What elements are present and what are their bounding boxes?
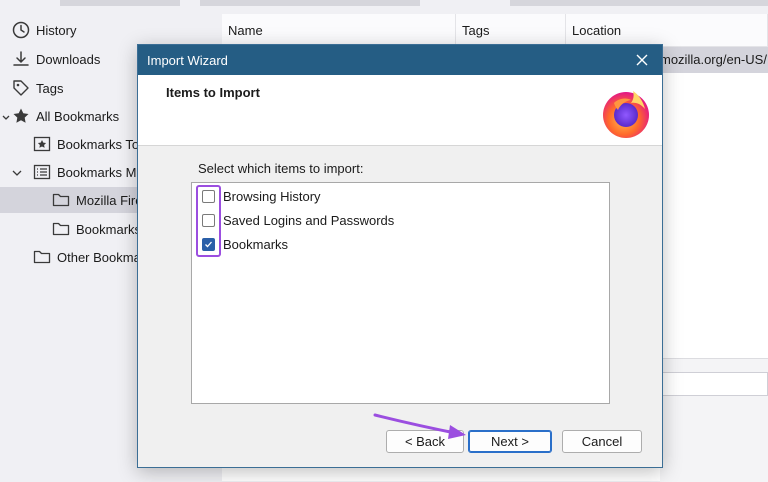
option-saved-logins[interactable]: Saved Logins and Passwords — [202, 209, 394, 231]
sidebar-item-label: Downloads — [36, 51, 101, 67]
top-strip — [0, 0, 768, 14]
toolbar-fragment — [200, 0, 420, 6]
sidebar-item-all-bookmarks[interactable]: All Bookmarks — [10, 103, 119, 129]
clock-icon — [10, 20, 32, 40]
expand-chevron-icon[interactable] — [11, 167, 23, 179]
row-location: mozilla.org/en-US/ — [660, 52, 767, 67]
import-items-list: Browsing History Saved Logins and Passwo… — [191, 182, 610, 404]
next-button-label: Next > — [491, 434, 529, 449]
tag-icon — [10, 78, 32, 98]
sidebar-item-bookmarks-menu[interactable]: Bookmarks Me — [31, 159, 144, 185]
option-label: Bookmarks — [223, 236, 289, 252]
column-header-name[interactable]: Name — [222, 14, 456, 47]
column-header-tags[interactable]: Tags — [456, 14, 566, 47]
firefox-logo-icon — [599, 85, 655, 141]
dialog-titlebar: Import Wizard — [138, 45, 662, 75]
sidebar-item-label: Bookmarks To — [57, 136, 140, 152]
pointer-arrow-annotation — [373, 413, 466, 439]
menu-list-icon — [31, 162, 53, 182]
folder-icon — [31, 247, 53, 267]
cancel-button-label: Cancel — [581, 434, 623, 449]
sidebar-item-downloads[interactable]: Downloads — [10, 46, 100, 72]
folder-icon — [50, 190, 72, 210]
option-label: Browsing History — [223, 188, 321, 204]
column-header-label: Location — [572, 22, 622, 38]
dialog-title: Import Wizard — [147, 53, 228, 68]
import-wizard-dialog: Import Wizard Items to Import Select whi… — [137, 44, 663, 468]
column-header-location[interactable]: Location — [566, 14, 768, 47]
cancel-button[interactable]: Cancel — [562, 430, 642, 453]
details-field[interactable] — [660, 372, 768, 396]
sidebar-item-bookmarks-toolbar[interactable]: Bookmarks To — [31, 131, 139, 157]
sidebar-item-label: History — [36, 22, 77, 38]
download-icon — [10, 49, 32, 69]
checkbox-highlight-annotation — [196, 185, 221, 257]
star-box-icon — [31, 134, 53, 154]
sidebar-item-label: Tags — [36, 80, 64, 96]
sidebar-item-other-bookmarks[interactable]: Other Bookma — [31, 244, 141, 270]
search-fragment — [510, 0, 768, 6]
column-header-label: Tags — [462, 22, 490, 38]
sidebar-item-label: All Bookmarks — [36, 108, 120, 124]
folder-icon — [50, 219, 72, 239]
page-heading: Items to Import — [166, 85, 260, 100]
column-header-label: Name — [228, 22, 263, 38]
sidebar-item-label: Mozilla Fire — [76, 192, 143, 208]
star-icon — [10, 106, 32, 126]
next-button[interactable]: Next > — [468, 430, 552, 453]
sidebar-item-label: Bookmarks — [76, 221, 142, 237]
import-prompt: Select which items to import: — [198, 161, 364, 176]
toolbar-fragment — [60, 0, 180, 6]
dialog-header: Items to Import — [138, 75, 662, 146]
sidebar-item-label: Other Bookma — [57, 249, 141, 265]
sidebar-item-label: Bookmarks Me — [57, 164, 144, 180]
sidebar-item-tags[interactable]: Tags — [10, 75, 63, 101]
option-label: Saved Logins and Passwords — [223, 212, 395, 228]
sidebar-item-history[interactable]: History — [10, 17, 76, 43]
sidebar-item-bookmarks-folder[interactable]: Bookmarks — [50, 216, 141, 242]
close-icon[interactable] — [632, 50, 652, 70]
